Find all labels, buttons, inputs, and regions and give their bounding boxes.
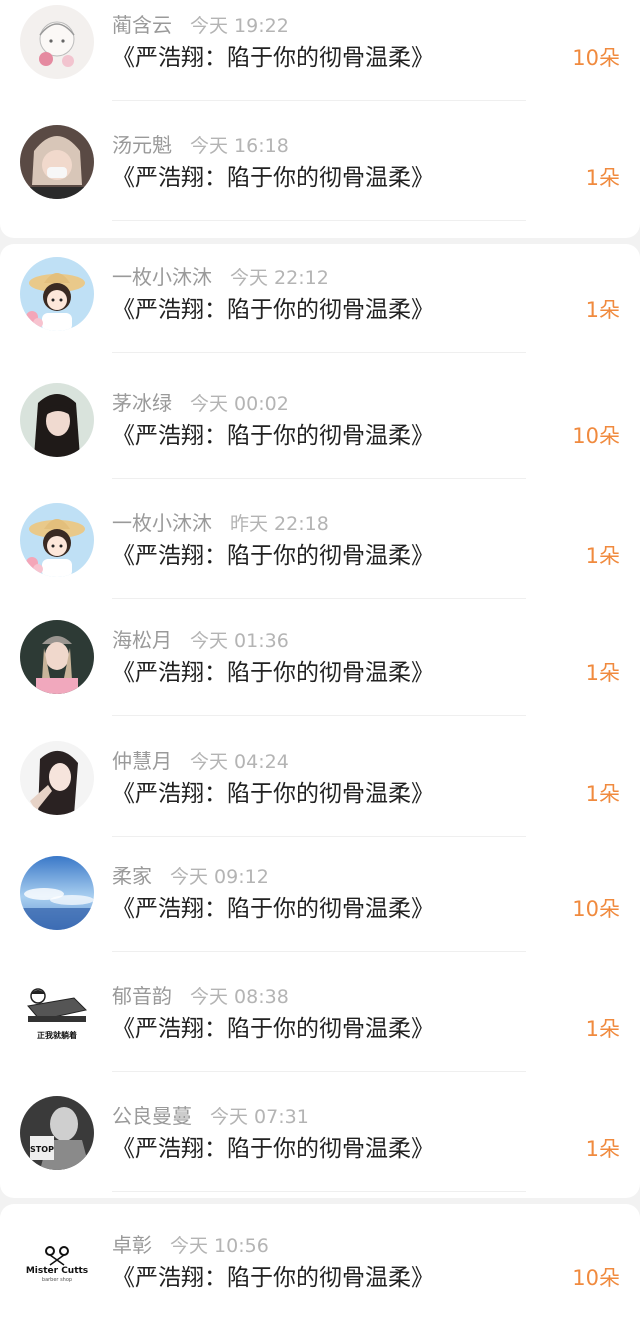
timestamp: 今天 01:36 [190,630,289,652]
list-item[interactable]: STOP 公良曼蔓 今天 07:31 《严浩翔：陷于你的彻骨温柔》 1朵 [0,1091,640,1198]
divider [112,352,526,353]
svg-text:barber shop: barber shop [42,1277,72,1283]
divider [112,100,526,101]
lying-in-bed-meme-avatar-icon[interactable]: 正我就躺着 [20,976,94,1050]
flower-count: 1朵 [585,544,620,568]
timestamp: 昨天 22:18 [230,513,329,535]
masked-girl-avatar-icon[interactable] [20,125,94,199]
user-meta: 郁音韵 今天 08:38 [112,981,289,1011]
user-meta: 一枚小沐沐 今天 22:12 [112,262,329,292]
user-name[interactable]: 柔家 [112,864,152,888]
list-card: Mister Cutts barber shop 卓彰 今天 10:56 《严浩翔：陷于… [0,1204,640,1320]
user-meta: 茅冰绿 今天 00:02 [112,388,289,418]
list-item[interactable]: 海松月 今天 01:36 《严浩翔：陷于你的彻骨温柔》 1朵 [0,615,640,725]
book-title[interactable]: 《严浩翔：陷于你的彻骨温柔》 [112,776,434,812]
divider [112,715,526,716]
user-meta: 一枚小沐沐 昨天 22:18 [112,508,329,538]
timestamp: 今天 08:38 [190,986,289,1008]
user-meta: 仲慧月 今天 04:24 [112,746,289,776]
timestamp: 今天 04:24 [190,751,289,773]
user-name[interactable]: 公良曼蔓 [112,1104,192,1128]
beanie-girl-avatar-icon[interactable] [20,620,94,694]
divider [112,598,526,599]
flower-count: 1朵 [585,1137,620,1161]
cartoon-girl-hat-avatar-icon[interactable] [20,257,94,331]
timestamp: 今天 22:12 [230,267,329,289]
svg-text:正我就躺着: 正我就躺着 [37,1030,77,1040]
flower-count: 10朵 [572,46,620,70]
user-name[interactable]: 一枚小沐沐 [112,265,212,289]
flower-count: 10朵 [572,424,620,448]
timestamp: 今天 07:31 [210,1106,309,1128]
flower-count: 10朵 [572,1266,620,1290]
book-title[interactable]: 《严浩翔：陷于你的彻骨温柔》 [112,1260,434,1296]
list-item[interactable]: 柔家 今天 09:12 《严浩翔：陷于你的彻骨温柔》 10朵 [0,851,640,961]
list-item[interactable]: 一枚小沐沐 昨天 22:18 《严浩翔：陷于你的彻骨温柔》 1朵 [0,498,640,608]
user-meta: 蔺含云 今天 19:22 [112,10,289,40]
list-item[interactable]: 茅冰绿 今天 00:02 《严浩翔：陷于你的彻骨温柔》 10朵 [0,378,640,488]
timestamp: 今天 09:12 [170,866,269,888]
list-card: 一枚小沐沐 今天 22:12 《严浩翔：陷于你的彻骨温柔》 1朵 茅冰绿 今天 00:02… [0,244,640,1198]
list-item[interactable]: 正我就躺着 郁音韵 今天 08:38 《严浩翔：陷于你的彻骨温柔》 1朵 [0,971,640,1081]
user-name[interactable]: 仲慧月 [112,749,172,773]
list-card: 蔺含云 今天 19:22 《严浩翔：陷于你的彻骨温柔》 10朵 汤元魁 今天 16:18 《… [0,0,640,238]
user-meta: 汤元魁 今天 16:18 [112,130,289,160]
mister-cutts-logo-avatar-icon[interactable]: Mister Cutts barber shop [20,1225,94,1299]
book-title[interactable]: 《严浩翔：陷于你的彻骨温柔》 [112,292,434,328]
list-item[interactable]: 汤元魁 今天 16:18 《严浩翔：陷于你的彻骨温柔》 1朵 [0,120,640,230]
book-title[interactable]: 《严浩翔：陷于你的彻骨温柔》 [112,160,434,196]
user-name[interactable]: 茅冰绿 [112,391,172,415]
timestamp: 今天 10:56 [170,1235,269,1257]
user-meta: 柔家 今天 09:12 [112,861,269,891]
user-name[interactable]: 郁音韵 [112,984,172,1008]
blue-sky-avatar-icon[interactable] [20,856,94,930]
sketch-girl-avatar-icon[interactable] [20,5,94,79]
user-name[interactable]: 一枚小沐沐 [112,511,212,535]
user-name[interactable]: 汤元魁 [112,133,172,157]
list-item[interactable]: Mister Cutts barber shop 卓彰 今天 10:56 《严浩翔：陷于… [0,1220,640,1320]
book-title[interactable]: 《严浩翔：陷于你的彻骨温柔》 [112,1011,434,1047]
svg-text:STOP: STOP [30,1145,54,1154]
flower-count: 10朵 [572,897,620,921]
flower-count: 1朵 [585,298,620,322]
user-name[interactable]: 海松月 [112,628,172,652]
book-title[interactable]: 《严浩翔：陷于你的彻骨温柔》 [112,418,434,454]
divider [112,1191,526,1192]
flower-count: 1朵 [585,166,620,190]
timestamp: 今天 19:22 [190,15,289,37]
flower-count: 1朵 [585,661,620,685]
user-meta: 公良曼蔓 今天 07:31 [112,1101,309,1131]
divider [112,836,526,837]
book-title[interactable]: 《严浩翔：陷于你的彻骨温柔》 [112,655,434,691]
book-title[interactable]: 《严浩翔：陷于你的彻骨温柔》 [112,40,434,76]
list-item[interactable]: 蔺含云 今天 19:22 《严浩翔：陷于你的彻骨温柔》 10朵 [0,0,640,110]
gift-list: 蔺含云 今天 19:22 《严浩翔：陷于你的彻骨温柔》 10朵 汤元魁 今天 16:18 《… [0,0,640,1320]
user-meta: 卓彰 今天 10:56 [112,1230,269,1260]
book-title[interactable]: 《严浩翔：陷于你的彻骨温柔》 [112,1131,434,1167]
list-item[interactable]: 仲慧月 今天 04:24 《严浩翔：陷于你的彻骨温柔》 1朵 [0,736,640,846]
bw-stop-sign-avatar-icon[interactable]: STOP [20,1096,94,1170]
selfie-girl-avatar-icon[interactable] [20,741,94,815]
user-meta: 海松月 今天 01:36 [112,625,289,655]
divider [112,951,526,952]
divider [112,478,526,479]
book-title[interactable]: 《严浩翔：陷于你的彻骨温柔》 [112,891,434,927]
divider [112,1071,526,1072]
timestamp: 今天 16:18 [190,135,289,157]
user-name[interactable]: 蔺含云 [112,13,172,37]
svg-text:Mister Cutts: Mister Cutts [26,1266,88,1276]
timestamp: 今天 00:02 [190,393,289,415]
user-name[interactable]: 卓彰 [112,1233,152,1257]
divider [112,220,526,221]
flower-count: 1朵 [585,782,620,806]
list-item[interactable]: 一枚小沐沐 今天 22:12 《严浩翔：陷于你的彻骨温柔》 1朵 [0,252,640,362]
book-title[interactable]: 《严浩翔：陷于你的彻骨温柔》 [112,538,434,574]
girl-portrait-avatar-icon[interactable] [20,383,94,457]
cartoon-girl-hat-avatar-icon[interactable] [20,503,94,577]
flower-count: 1朵 [585,1017,620,1041]
